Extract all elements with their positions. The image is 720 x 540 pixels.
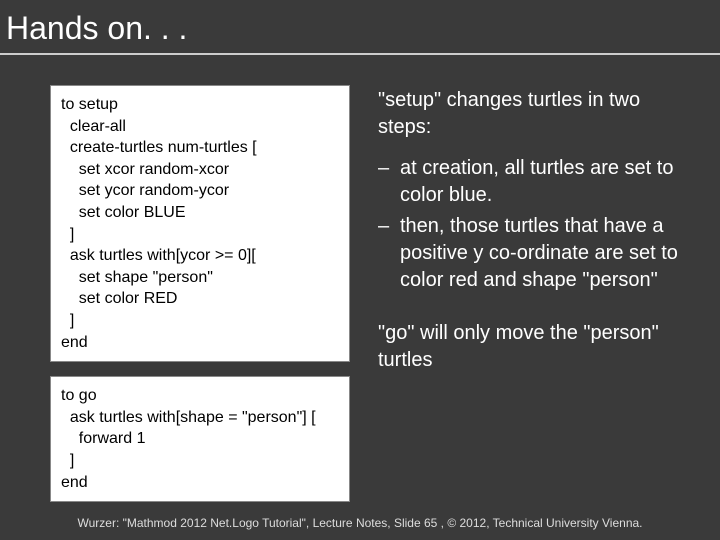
explain-intro: "setup" changes turtles in two steps: [378, 87, 692, 141]
code-box-setup: to setup clear-all create-turtles num-tu… [50, 85, 350, 362]
slide-content: to setup clear-all create-turtles num-tu… [0, 55, 720, 502]
code-column: to setup clear-all create-turtles num-tu… [50, 85, 350, 502]
bullet-2-text: then, those turtles that have a positive… [400, 213, 692, 294]
explanation-column: "setup" changes turtles in two steps: – … [378, 85, 692, 502]
slide-title: Hands on. . . [0, 0, 720, 55]
slide-footer: Wurzer: "Mathmod 2012 Net.Logo Tutorial"… [0, 516, 720, 530]
explain-bullets: – at creation, all turtles are set to co… [378, 155, 692, 294]
bullet-1-text: at creation, all turtles are set to colo… [400, 155, 692, 209]
bullet-2: – then, those turtles that have a positi… [378, 213, 692, 294]
dash-icon: – [378, 213, 400, 294]
bullet-1: – at creation, all turtles are set to co… [378, 155, 692, 209]
dash-icon: – [378, 155, 400, 209]
explain-go: "go" will only move the "person" turtles [378, 320, 692, 374]
code-box-go: to go ask turtles with[shape = "person"]… [50, 376, 350, 502]
